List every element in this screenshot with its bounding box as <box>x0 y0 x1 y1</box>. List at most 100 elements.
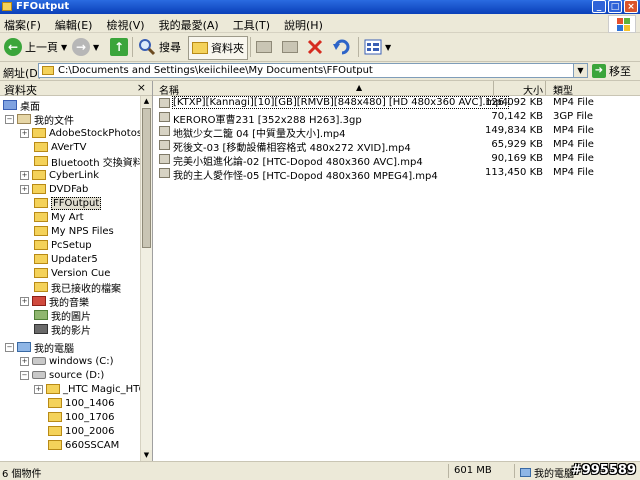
undo-button[interactable] <box>332 36 352 58</box>
folder-icon <box>34 226 48 236</box>
tree-item-folder[interactable]: Updater5 <box>34 252 98 266</box>
search-button[interactable]: 搜尋 <box>138 36 181 58</box>
tree-item-drive-d[interactable]: − source (D:) <box>20 368 104 382</box>
tree-item-folder[interactable]: 我已接收的檔案 <box>34 280 121 295</box>
views-grid-icon <box>364 39 382 55</box>
file-size: 113,450 KB <box>485 167 543 178</box>
maximize-button[interactable]: □ <box>608 0 622 13</box>
tree-item-desktop[interactable]: 桌面 <box>3 98 40 113</box>
address-bar: 網址(D) C:\Documents and Settings\keiichil… <box>0 62 640 81</box>
expand-icon[interactable]: + <box>20 356 29 366</box>
watermark: #995589 <box>570 463 636 478</box>
close-button[interactable]: × <box>624 0 638 13</box>
tree-item-folder[interactable]: 660SSCAM <box>48 438 119 452</box>
file-name: 我的主人愛作怪-05 [HTC-Dopod 480x360 MPEG4].mp4 <box>173 171 438 182</box>
go-label: 移至 <box>609 65 631 78</box>
tree-item-my-documents[interactable]: − 我的文件 <box>5 112 74 127</box>
delete-button[interactable] <box>306 36 324 58</box>
menu-help[interactable]: 說明(H) <box>284 17 323 33</box>
title-bar: FFOutput _ □ × <box>0 0 640 14</box>
tree-item-folder[interactable]: + DVDFab <box>20 182 88 196</box>
back-button[interactable]: ← 上一頁 ▼ <box>4 36 67 58</box>
expand-icon[interactable]: + <box>20 170 29 180</box>
move-to-button[interactable] <box>256 36 272 58</box>
folder-icon <box>34 254 48 264</box>
go-button[interactable]: ➜ 移至 <box>592 63 631 79</box>
tree-item-folder[interactable]: My Art <box>34 210 84 224</box>
file-row[interactable]: 完美小姐進化論-02 [HTC-Dopod 480x360 AVC].mp4 9… <box>153 152 640 168</box>
tree-item-folder[interactable]: Bluetooth 交換資料夾 <box>34 154 140 169</box>
up-folder-icon: ↑ <box>110 38 128 56</box>
address-input[interactable]: C:\Documents and Settings\keiichilee\My … <box>38 63 588 78</box>
tree-item-folder[interactable]: 100_1706 <box>48 410 115 424</box>
sort-arrow-icon: ▲ <box>356 83 363 92</box>
scroll-thumb[interactable] <box>142 108 151 248</box>
column-header-name[interactable]: 名稱 <box>159 82 179 97</box>
close-pane-button[interactable]: × <box>137 81 146 94</box>
menu-file[interactable]: 檔案(F) <box>4 17 41 33</box>
collapse-icon[interactable]: − <box>5 114 14 124</box>
expand-icon[interactable]: + <box>20 184 29 194</box>
forward-button[interactable]: → ▼ <box>72 36 99 58</box>
file-row[interactable]: 地獄少女二籠 04 [中質量及大小].mp4 149,834 KB MP4 Fi… <box>153 124 640 140</box>
folders-button[interactable]: 資料夾 <box>188 36 248 60</box>
copy-to-button[interactable] <box>282 36 298 58</box>
tree-item-my-computer[interactable]: − 我的電腦 <box>5 340 74 355</box>
folder-icon <box>34 212 48 222</box>
tree-item-folder[interactable]: + AdobeStockPhotos <box>20 126 140 140</box>
search-icon <box>139 39 156 56</box>
expand-icon[interactable]: + <box>20 296 29 306</box>
tree-item-folder[interactable]: My NPS Files <box>34 224 114 238</box>
window-controls: _ □ × <box>592 0 638 13</box>
collapse-icon[interactable]: − <box>5 342 14 352</box>
file-row[interactable]: [KTXP][Kannagi][10][GB][RMVB][848x480] [… <box>153 96 640 110</box>
expand-icon[interactable]: + <box>20 128 29 138</box>
file-list-pane: 名稱 ▲ 大小 類型 [KTXP][Kannagi][10][GB][RMVB]… <box>153 81 640 461</box>
tree-item-my-videos[interactable]: 我的影片 <box>34 322 91 337</box>
minimize-button[interactable]: _ <box>592 0 606 13</box>
column-header-type[interactable]: 類型 <box>553 82 573 97</box>
tree-item-folder[interactable]: + _HTC Magic_HTC <box>34 382 140 396</box>
back-label: 上一頁 <box>25 41 58 54</box>
folders-label: 資料夾 <box>211 42 244 55</box>
folder-icon <box>48 412 62 422</box>
file-icon <box>159 154 170 164</box>
menu-favorites[interactable]: 我的最愛(A) <box>159 17 219 33</box>
folder-icon <box>48 440 62 450</box>
up-folder-button[interactable]: ↑ <box>110 36 128 58</box>
file-row[interactable]: 我的主人愛作怪-05 [HTC-Dopod 480x360 MPEG4].mp4… <box>153 166 640 182</box>
collapse-icon[interactable]: − <box>20 370 29 380</box>
tree-item-my-music[interactable]: + 我的音樂 <box>20 294 89 309</box>
folder-tree: 桌面 − 我的文件 + AdobeStockPhotos AVerTV Blue… <box>0 96 140 461</box>
tree-item-ffoutput[interactable]: FFOutput <box>34 196 102 210</box>
desktop-icon <box>3 100 17 110</box>
tree-item-drive-c[interactable]: + windows (C:) <box>20 354 113 368</box>
menu-view[interactable]: 檢視(V) <box>106 17 144 33</box>
file-size: 149,834 KB <box>485 125 543 136</box>
tree-item-folder[interactable]: Version Cue <box>34 266 110 280</box>
tree-item-folder[interactable]: AVerTV <box>34 140 86 154</box>
menu-bar: 檔案(F) 編輯(E) 檢視(V) 我的最愛(A) 工具(T) 說明(H) <box>0 14 640 33</box>
address-dropdown[interactable]: ▼ <box>573 64 587 77</box>
menu-edit[interactable]: 編輯(E) <box>55 17 93 33</box>
file-row[interactable]: KERORO軍曹231 [352x288 H263].3gp 70,142 KB… <box>153 110 640 126</box>
tree-item-folder[interactable]: + CyberLink <box>20 168 99 182</box>
tree-item-folder[interactable]: 100_2006 <box>48 424 115 438</box>
column-headers: 名稱 ▲ 大小 類型 <box>153 81 640 97</box>
file-type: 3GP File <box>553 111 594 122</box>
scroll-down-icon[interactable]: ▼ <box>141 450 152 461</box>
folder-icon <box>32 170 46 180</box>
folder-icon <box>34 268 48 278</box>
column-header-size[interactable]: 大小 <box>523 82 543 97</box>
scroll-up-icon[interactable]: ▲ <box>141 96 152 107</box>
views-button[interactable]: ▼ <box>364 36 391 58</box>
tree-item-folder[interactable]: 100_1406 <box>48 396 115 410</box>
tree-item-my-pictures[interactable]: 我的圖片 <box>34 308 91 323</box>
expand-icon[interactable]: + <box>34 384 43 394</box>
file-size: 126,092 KB <box>485 97 543 108</box>
status-location-label: 我的電腦 <box>534 469 574 480</box>
tree-scrollbar[interactable]: ▲ ▼ <box>140 96 152 461</box>
menu-tools[interactable]: 工具(T) <box>233 17 270 33</box>
file-row[interactable]: 死後文-03 [移動設備相容格式 480x272 XVID].mp4 65,92… <box>153 138 640 154</box>
tree-item-folder[interactable]: PcSetup <box>34 238 92 252</box>
